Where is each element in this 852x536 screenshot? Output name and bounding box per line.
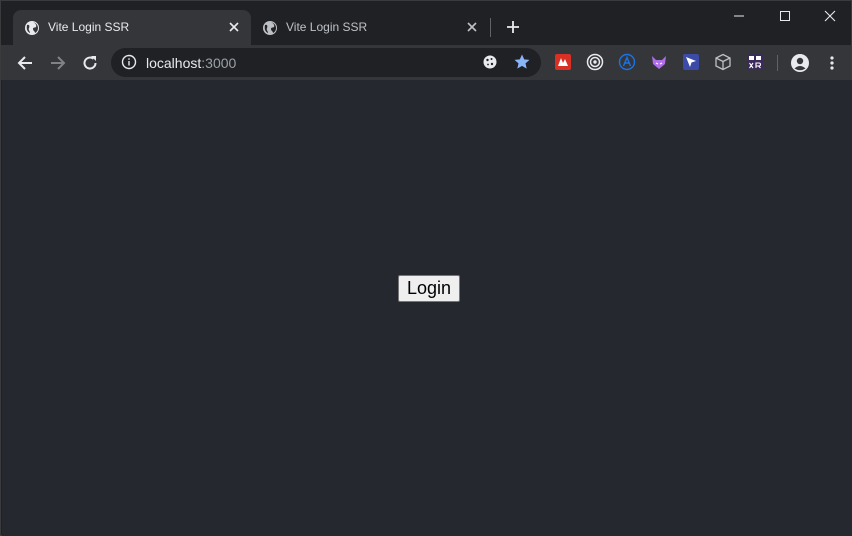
ext-red-icon[interactable] (554, 53, 572, 71)
new-tab-button[interactable] (501, 15, 525, 39)
page-content: Login (2, 80, 852, 536)
close-icon[interactable] (226, 19, 242, 35)
url-port: :3000 (201, 55, 237, 71)
more-vertical-icon (830, 56, 834, 70)
tab-vite-login-ssr[interactable]: Vite Login SSR (251, 10, 489, 45)
cube-icon[interactable] (714, 53, 732, 71)
back-button[interactable] (11, 49, 39, 77)
arrow-left-icon (17, 56, 32, 70)
target-icon[interactable] (586, 53, 604, 71)
reload-button[interactable] (76, 49, 104, 77)
address-bar[interactable]: localhost:3000 (111, 48, 541, 77)
close-icon[interactable] (464, 19, 480, 35)
globe-icon (24, 20, 40, 36)
profile-button[interactable] (786, 49, 814, 77)
a-circle-icon[interactable] (618, 53, 636, 71)
toolbar: localhost:3000 (1, 45, 851, 80)
minimize-icon (734, 15, 744, 17)
cookie-icon[interactable] (482, 54, 498, 70)
arrow-right-icon (51, 56, 66, 70)
tab-vite-login-ssr-active[interactable]: Vite Login SSR (13, 10, 251, 45)
minimize-button[interactable] (716, 1, 762, 31)
xr-icon[interactable] (746, 53, 764, 71)
tab-title: Vite Login SSR (48, 20, 130, 34)
toolbar-separator (777, 55, 778, 71)
fox-icon[interactable] (650, 53, 668, 71)
account-circle-icon (791, 54, 809, 72)
url-host: localhost (146, 55, 202, 71)
maximize-icon (780, 11, 790, 21)
browser-window: Vite Login SSR Vite Login SSR localhost:… (0, 0, 852, 536)
tab-separator (490, 18, 491, 37)
star-icon[interactable] (513, 53, 531, 71)
plus-icon (507, 21, 519, 33)
reload-icon (83, 56, 97, 70)
close-icon (824, 10, 836, 22)
globe-icon (262, 20, 278, 36)
login-button[interactable]: Login (398, 275, 460, 302)
forward-button[interactable] (44, 49, 72, 77)
tab-strip: Vite Login SSR Vite Login SSR (1, 1, 851, 45)
tab-title: Vite Login SSR (286, 20, 368, 34)
menu-button[interactable] (818, 49, 846, 77)
maximize-button[interactable] (762, 1, 808, 31)
cursor-icon[interactable] (682, 53, 700, 71)
url-text: localhost:3000 (146, 55, 236, 71)
info-icon[interactable] (121, 54, 137, 70)
close-window-button[interactable] (807, 1, 852, 31)
